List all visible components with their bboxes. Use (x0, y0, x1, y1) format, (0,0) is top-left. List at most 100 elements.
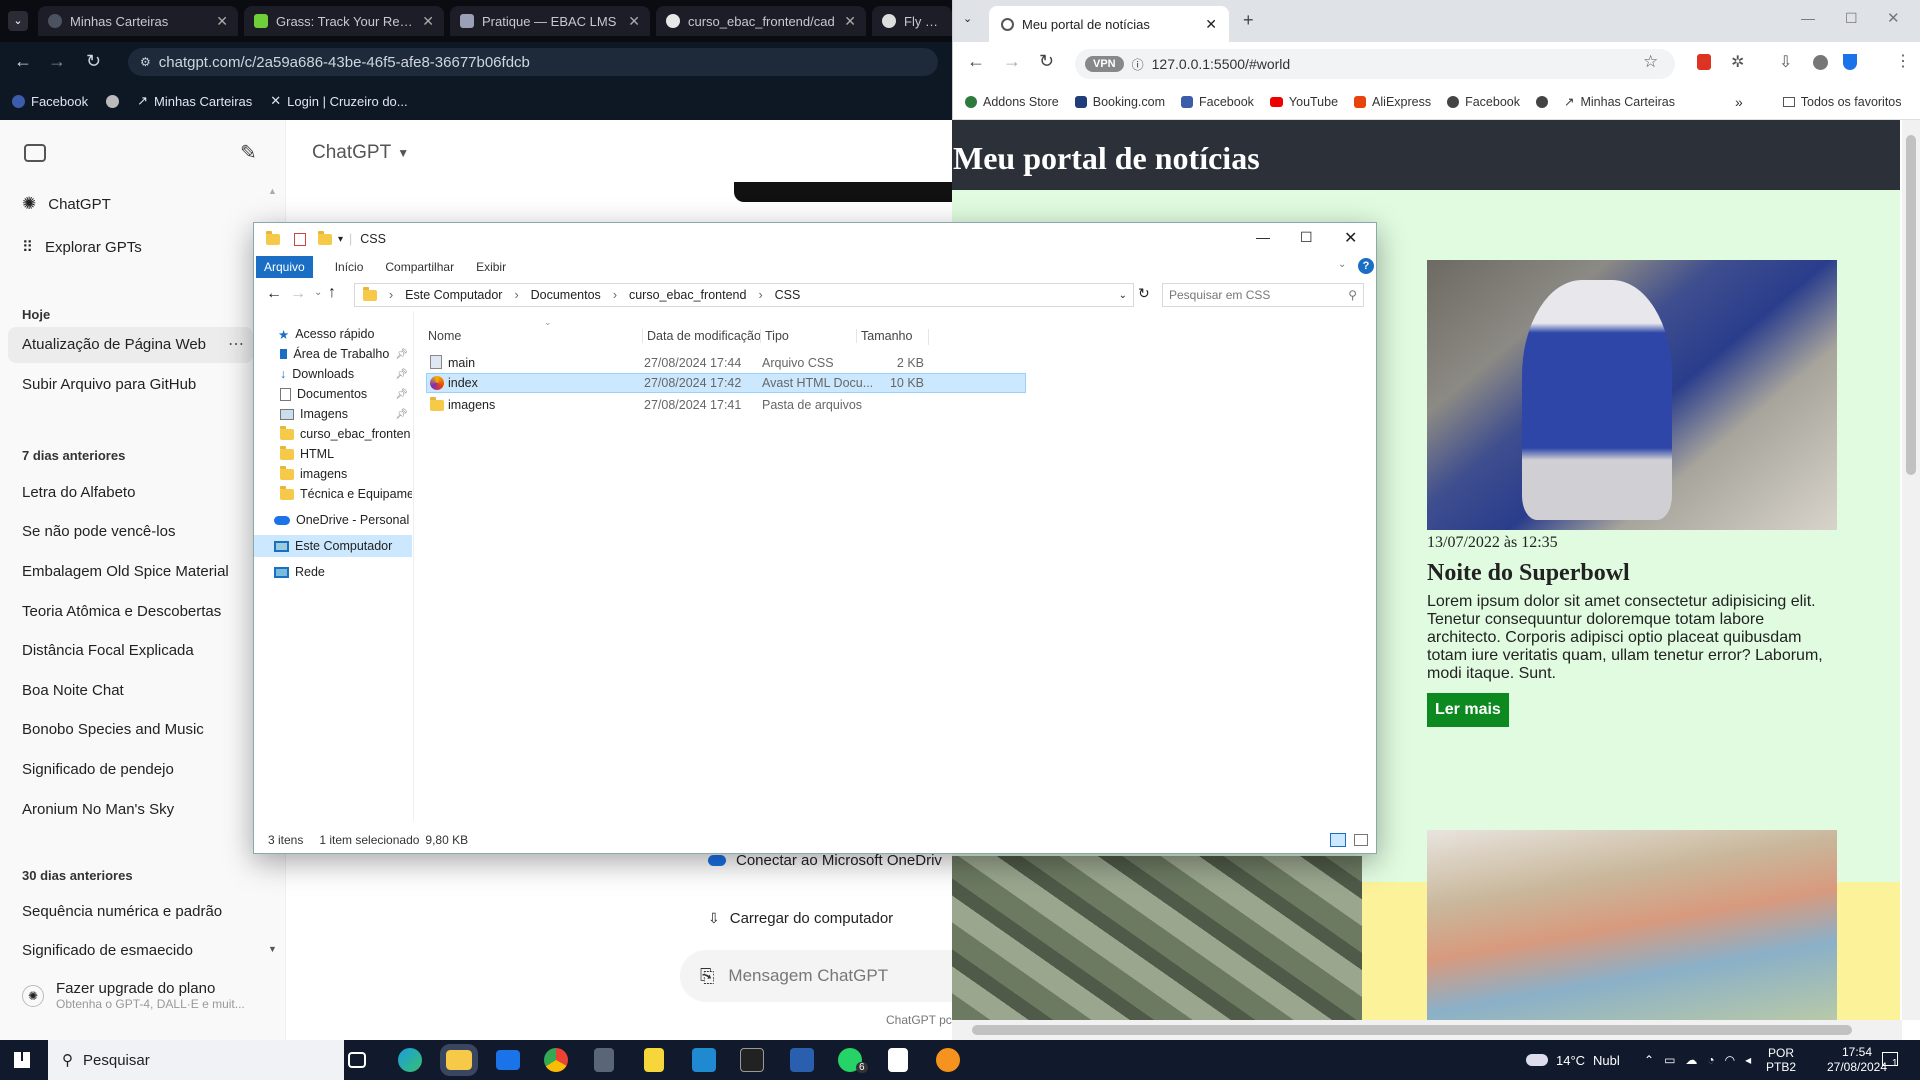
tab-search-icon[interactable]: ⌄ (963, 12, 972, 25)
large-icons-view-icon[interactable] (1354, 834, 1368, 846)
calculator-icon[interactable] (594, 1048, 614, 1072)
paperclip-icon[interactable]: ⎘ (700, 966, 714, 987)
h-scrollbar-thumb[interactable] (972, 1025, 1852, 1035)
sidebar-toggle-icon[interactable] (24, 144, 46, 162)
close-window-icon[interactable]: ✕ (1887, 9, 1900, 27)
message-input[interactable]: ⎘ Mensagem ChatGPT (680, 950, 952, 1002)
bookmark-globe[interactable] (106, 94, 120, 108)
chat-item[interactable]: Teoria Atômica e Descobertas (22, 603, 221, 620)
wifi-icon[interactable]: ◠ (1725, 1053, 1735, 1067)
nav-item-images[interactable]: Imagens 📌︎ (254, 403, 412, 425)
more-options-icon[interactable]: ⋯ (228, 334, 244, 354)
ribbon-tab-share[interactable]: Compartilhar (385, 260, 454, 274)
menu-dots-icon[interactable]: ⋮ (1895, 51, 1911, 71)
scroll-up-icon[interactable]: ▲ (268, 186, 277, 196)
forward-icon[interactable]: → (290, 285, 306, 303)
nav-item-documents[interactable]: Documentos 📌︎ (254, 383, 412, 405)
up-folder-icon[interactable]: ↑ (328, 284, 336, 302)
volume-icon[interactable]: ◂ (1745, 1053, 1751, 1067)
nav-item-this-pc[interactable]: Este Computador (254, 535, 412, 557)
new-chat-icon[interactable]: ✎ (240, 140, 257, 165)
ribbon-tab-view[interactable]: Exibir (476, 260, 506, 274)
avast-browser-icon[interactable] (936, 1048, 960, 1072)
minimize-icon[interactable]: — (1801, 10, 1815, 26)
new-tab-icon[interactable]: + (1243, 10, 1254, 31)
nav-item-downloads[interactable]: ↓ Downloads 📌︎ (254, 363, 412, 385)
chat-item[interactable]: Embalagem Old Spice Material (22, 563, 229, 580)
adblock-icon[interactable] (1697, 54, 1711, 70)
close-tab-icon[interactable]: ✕ (844, 13, 856, 30)
recent-dropdown-icon[interactable]: ⌄ (314, 287, 322, 298)
bookmark-carteiras[interactable]: ↗ Minhas Carteiras (1564, 94, 1675, 110)
extensions-icon[interactable]: ✲ (1731, 52, 1744, 72)
upgrade-plan-button[interactable]: ✺ Fazer upgrade do plano Obtenha o GPT-4… (22, 980, 272, 1011)
ribbon-tab-home[interactable]: Início (335, 260, 364, 274)
file-row[interactable]: main 27/08/2024 17:44 Arquivo CSS 2 KB (426, 353, 1026, 373)
file-explorer-icon[interactable] (440, 1044, 478, 1076)
quick-access-dropdown-icon[interactable]: ▾ (338, 234, 343, 245)
bookmark-star-icon[interactable]: ☆ (1643, 52, 1658, 72)
expand-ribbon-icon[interactable]: ⌄ (1338, 259, 1346, 270)
shield-icon[interactable] (1843, 54, 1857, 70)
nav-item-quick-access[interactable]: ★ Acesso rápido (254, 323, 412, 345)
back-icon[interactable]: ← (14, 51, 32, 72)
chat-item[interactable]: Boa Noite Chat (22, 682, 124, 699)
download-icon[interactable]: ⇩ (1779, 52, 1792, 72)
taskbar-search[interactable]: ⚲ Pesquisar (48, 1040, 344, 1080)
vscode-icon[interactable] (692, 1048, 716, 1072)
chat-item[interactable]: Letra do Alfabeto (22, 484, 135, 501)
site-info-icon[interactable]: ⚙ (140, 55, 151, 69)
horizontal-scrollbar[interactable] (952, 1020, 1902, 1040)
left-url-field[interactable]: ⚙ chatgpt.com/c/2a59a686-43be-46f5-afe8-3… (128, 48, 938, 76)
column-header-type[interactable]: Tipo (760, 329, 789, 343)
chat-item[interactable]: Distância Focal Explicada (22, 642, 194, 659)
left-tab-2[interactable]: Grass: Track Your Rewards ✕ (244, 6, 444, 36)
minimize-icon[interactable]: — (1256, 229, 1270, 245)
all-favorites[interactable]: Todos os favoritos (1782, 95, 1902, 109)
breadcrumb[interactable]: › Este Computador › Documentos › curso_e… (354, 283, 1134, 307)
sticky-notes-icon[interactable] (644, 1048, 664, 1072)
refresh-icon[interactable]: ↻ (1138, 285, 1150, 302)
terminal-icon[interactable] (740, 1048, 764, 1072)
explorer-search-input[interactable]: Pesquisar em CSS ⚲ (1162, 283, 1364, 307)
nav-item-onedrive[interactable]: OneDrive - Personal (254, 509, 412, 531)
nav-item-network[interactable]: Rede (254, 561, 412, 583)
column-header-modified[interactable]: Data de modificação (642, 329, 761, 343)
connect-onedrive-option[interactable]: Conectar ao Microsoft OneDriv (708, 852, 942, 869)
network-icon[interactable]: ◔ (1707, 1053, 1714, 1067)
chat-item[interactable]: Aronium No Man's Sky (22, 801, 174, 818)
powershell-icon[interactable] (790, 1048, 814, 1072)
edge-icon[interactable] (398, 1048, 422, 1072)
breadcrumb-item[interactable]: Este Computador (405, 288, 502, 302)
vpn-badge[interactable]: VPN (1085, 56, 1124, 72)
chat-item[interactable]: Significado de pendejo (22, 761, 174, 778)
bookmark-booking[interactable]: Booking.com (1074, 95, 1165, 109)
close-tab-icon[interactable]: ✕ (216, 13, 228, 30)
maximize-icon[interactable]: ☐ (1845, 10, 1858, 27)
upload-from-computer-option[interactable]: ⇩ Carregar do computador (708, 910, 893, 927)
tab-search-icon[interactable]: ⌄ (8, 11, 28, 31)
chrome-icon[interactable] (544, 1048, 568, 1072)
sidebar-item-explore-gpts[interactable]: ⠿ Explorar GPTs (22, 238, 142, 257)
onedrive-tray-icon[interactable]: ☁ (1685, 1053, 1697, 1067)
file-row[interactable]: imagens 27/08/2024 17:41 Pasta de arquiv… (426, 395, 1026, 415)
nav-item-folder[interactable]: HTML (254, 443, 412, 465)
bookmark-facebook[interactable]: Facebook (1181, 95, 1254, 109)
chat-item[interactable]: Sequência numérica e padrão (22, 903, 222, 920)
help-icon[interactable]: ? (1358, 258, 1374, 274)
read-more-button[interactable]: Ler mais (1427, 693, 1509, 727)
file-row-selected[interactable]: index 27/08/2024 17:42 Avast HTML Docu..… (426, 373, 1026, 393)
forward-icon[interactable]: → (48, 51, 66, 72)
address-dropdown-icon[interactable]: ⌄ (1119, 290, 1127, 301)
chat-item-active[interactable]: Atualização de Página Web (22, 336, 206, 353)
nav-item-folder[interactable]: imagens (254, 463, 412, 485)
meet-icon[interactable]: ▭ (1664, 1053, 1675, 1067)
close-tab-icon[interactable]: ✕ (422, 13, 434, 30)
right-active-tab[interactable]: Meu portal de notícias ✕ (989, 6, 1229, 42)
bookmark-cruzeiro[interactable]: ✕ Login | Cruzeiro do... (270, 93, 407, 109)
back-icon[interactable]: ← (967, 51, 985, 72)
weather-widget[interactable]: 14°C Nubl (1526, 1040, 1620, 1080)
scrollbar-thumb[interactable] (1906, 135, 1916, 475)
details-view-icon[interactable] (1330, 833, 1346, 847)
task-view-icon[interactable] (348, 1052, 366, 1068)
